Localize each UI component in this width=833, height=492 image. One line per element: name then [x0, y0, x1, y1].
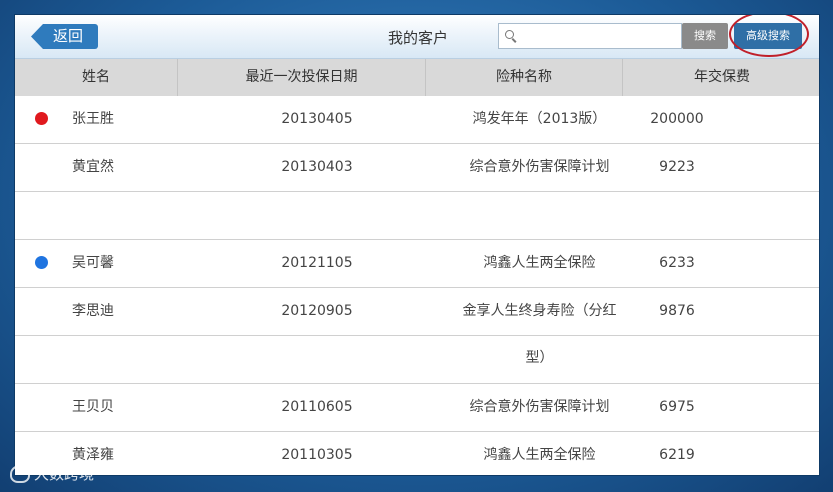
- cell-plan: [426, 336, 623, 383]
- cell-date: 20110605: [281, 399, 353, 415]
- cell-plan: 综合意外伤害保障计划: [469, 399, 610, 415]
- cell-plan: [426, 192, 623, 239]
- cell-plan: 综合意外伤害保障计划: [469, 159, 610, 175]
- highlight-ring: [729, 15, 809, 57]
- table-row[interactable]: 吴可馨 20121105 鸿鑫人生两全保险 6233: [15, 240, 819, 288]
- cell-fee: 6219: [659, 447, 695, 463]
- app-window: 返回 我的客户 搜索 高级搜索 姓名 最近一次投保日期 险种名称 年交保费 张王…: [14, 14, 820, 476]
- column-header-plan[interactable]: 险种名称: [426, 59, 623, 96]
- table-row[interactable]: 李思迪 20120905 金享人生终身寿险（分红型） 9876: [15, 288, 819, 366]
- watermark-text: 大数跨境: [34, 465, 95, 483]
- column-header-name[interactable]: 姓名: [15, 59, 178, 96]
- cell-date: 20110305: [281, 447, 353, 463]
- table-row[interactable]: 黄泽雍 20110305 鸿鑫人生两全保险 6219: [15, 432, 819, 475]
- cell-fee: 6975: [659, 399, 695, 415]
- cell-fee: [623, 192, 819, 239]
- cell-plan: 鸿发年年（2013版）: [472, 111, 607, 127]
- cell-date: [178, 192, 426, 239]
- table-row[interactable]: 黄宜然 20130403 综合意外伤害保障计划 9223: [15, 144, 819, 192]
- cell-date: 20130403: [281, 159, 353, 175]
- column-header-date[interactable]: 最近一次投保日期: [178, 59, 426, 96]
- table-row[interactable]: 张王胜 20130405 鸿发年年（2013版） 200000: [15, 96, 819, 144]
- cell-fee: 9876: [659, 303, 695, 319]
- cell-name: [15, 336, 178, 383]
- table-row[interactable]: 王贝贝 20110605 综合意外伤害保障计划 6975: [15, 384, 819, 432]
- cell-name: 李思迪: [72, 303, 114, 319]
- watermark: 大数跨境: [10, 463, 94, 484]
- search-input[interactable]: [519, 26, 679, 46]
- top-bar: 返回 我的客户 搜索 高级搜索: [15, 15, 819, 59]
- cell-date: 20130405: [281, 111, 353, 127]
- cell-name: 王贝贝: [72, 399, 114, 415]
- cell-plan: 金享人生终身寿险（分红型）: [462, 303, 617, 366]
- cell-date: 20120905: [281, 303, 353, 319]
- table-row-empty: [15, 336, 819, 384]
- cell-name: 黄宜然: [72, 159, 114, 175]
- cell-fee: 200000: [650, 111, 704, 127]
- search-button[interactable]: 搜索: [682, 23, 728, 49]
- cell-date: [178, 336, 426, 383]
- table-row-empty: [15, 192, 819, 240]
- cell-fee: [623, 336, 819, 383]
- table-header: 姓名 最近一次投保日期 险种名称 年交保费: [15, 59, 819, 96]
- status-dot: [35, 112, 48, 125]
- status-dot: [35, 256, 48, 269]
- cell-plan: 鸿鑫人生两全保险: [483, 447, 596, 463]
- column-header-fee[interactable]: 年交保费: [623, 59, 819, 96]
- watermark-logo-icon: [10, 464, 30, 483]
- customer-table-body: 张王胜 20130405 鸿发年年（2013版） 200000 黄宜然 2013…: [15, 96, 819, 475]
- cell-fee: 9223: [659, 159, 695, 175]
- cell-plan: 鸿鑫人生两全保险: [483, 255, 596, 271]
- cell-fee: 6233: [659, 255, 695, 271]
- cell-date: 20121105: [281, 255, 353, 271]
- search-icon: [505, 30, 514, 39]
- cell-name: [15, 192, 178, 239]
- search-box[interactable]: [498, 23, 682, 49]
